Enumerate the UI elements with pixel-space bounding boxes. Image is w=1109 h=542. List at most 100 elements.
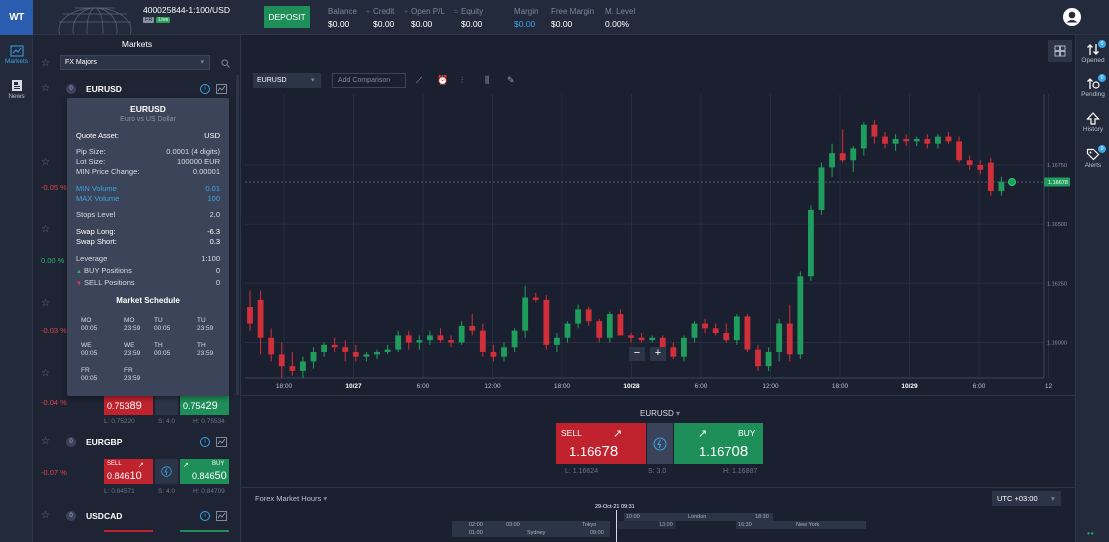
list-item[interactable]: ☆ 0 EURGBP i [33,433,241,453]
candle-body [892,138,899,144]
candles-icon[interactable]: ⫶ [461,75,463,86]
buy-quote-button[interactable]: ↗ BUY 0.84650 [180,459,229,484]
quote-toggle[interactable] [155,395,178,415]
schedule-cell: TU 00:05 [154,317,171,332]
stops-level-label: Stops Level [76,210,116,219]
layout-grid-icon[interactable] [1048,40,1072,62]
line-tool-icon[interactable]: ⟋ [416,75,422,86]
info-icon[interactable]: i [200,437,210,447]
zoom-out-button[interactable]: − [629,347,645,361]
x-tick-label: 18:00 [276,383,293,390]
current-price-dot [1008,178,1016,187]
rail-opened[interactable]: 0 Opened [1076,40,1109,64]
indicators-icon[interactable]: ⫼ [485,75,489,86]
star-icon[interactable]: ☆ [41,368,50,379]
app-logo[interactable]: WT [0,0,33,35]
drawing-tools-icon[interactable]: ✎ [507,75,515,86]
buy-price: 0.84650 [192,470,227,482]
chart-symbol-select[interactable]: EURUSD ▾ [253,73,321,88]
quote-asset-value: USD [204,131,220,140]
candle-body [945,136,952,142]
candle-body [712,328,719,334]
candle-body [786,323,793,355]
favorites-star-icon[interactable]: ☆ [41,58,50,69]
session-london: 10:00 London 18:30 [624,513,773,521]
lightning-icon [653,437,667,451]
market-hours-title[interactable]: Forex Market Hours ▾ [255,494,327,503]
arrow-up-right-icon: ↗ [613,428,623,440]
zoom-in-button[interactable]: + [650,347,666,361]
buy-button[interactable]: ↗ BUY 1.16708 [674,423,763,464]
sell-price: 0.84610 [107,470,142,482]
candle-body [532,297,539,300]
lot-size-label: Lot Size: [76,157,106,166]
sell-button[interactable]: SELL ↗ 1.16678 [556,423,646,464]
chart-icon [10,45,23,57]
candle-body [987,162,994,192]
candle-body [765,351,772,367]
x-tick-label: 12:00 [484,383,501,390]
info-icon[interactable]: i [200,511,210,521]
trade-symbol[interactable]: EURUSD ▾ [640,409,680,418]
candle-body [352,351,359,357]
candle-body [882,136,888,144]
add-comparison-input[interactable]: Add Comparison [332,73,406,88]
deposit-button[interactable]: DEPOSIT [264,6,310,28]
sell-quote-button[interactable]: 0.75389 [104,395,153,415]
candle-body [702,323,708,329]
info-icon[interactable]: i [200,84,210,94]
trend-icon[interactable] [216,511,227,521]
right-rail: 0 Opened 0 Pending History 0 Alerts •• [1075,35,1109,542]
timezone-select[interactable]: UTC +03:00 ▾ [992,491,1061,506]
candle-body [860,124,867,149]
alerts-count-badge: 0 [1098,145,1106,153]
star-icon[interactable]: ☆ [41,436,50,447]
trend-icon[interactable] [216,84,227,94]
trend-icon[interactable] [216,437,227,447]
symbol-name: EURUSD [86,84,122,94]
market-group-select[interactable]: FX Majors ▾ [60,55,210,70]
star-icon[interactable]: ☆ [41,157,50,168]
rail-history[interactable]: History [1076,112,1109,133]
buy-quote-button[interactable]: 0.75429 [180,395,229,415]
candle-body [321,344,327,352]
rail-pending[interactable]: 0 Pending [1076,74,1109,98]
candle-body [268,337,275,355]
stat-value: 0.00% [605,19,630,29]
rail-news[interactable]: News [0,79,33,100]
high-value: H: 0.84709 [193,488,225,495]
rail-alerts[interactable]: 0 Alerts [1076,145,1109,169]
min-volume-value: 0.01 [205,184,220,193]
quote-toggle[interactable] [155,459,178,484]
star-icon[interactable]: ☆ [41,298,50,309]
globe-graphic [58,7,132,34]
timezone-value: UTC +03:00 [997,494,1038,503]
scrollbar[interactable] [236,75,239,395]
candle-body [342,347,349,352]
star-icon[interactable]: ☆ [41,83,50,94]
star-icon[interactable]: ☆ [41,510,50,521]
candle-body [924,138,931,144]
max-volume-value: 100 [207,194,220,203]
sell-quote-button[interactable]: SELL ↗ 0.84610 [104,459,153,484]
schedule-title: Market Schedule [116,296,180,305]
candle-body [300,361,306,371]
pip-size-label: Pip Size: [76,147,106,156]
stat-label: Balance [328,7,357,16]
rail-markets[interactable]: Markets [0,45,33,65]
user-icon[interactable] [1062,7,1082,27]
arrow-up-right-icon: ↗ [138,462,144,469]
sell-quote-strip [104,530,153,532]
search-icon[interactable] [221,59,230,68]
one-click-toggle[interactable] [647,423,673,464]
account-selector[interactable]: 400025844-1:100/USD FR Live [143,5,260,29]
list-item[interactable]: ☆ 0 USDCAD i [33,507,241,527]
star-icon[interactable]: ☆ [41,224,50,235]
stat-free-margin: Free Margin $0.00 [551,7,594,29]
tooltip-description: Euro vs US Dollar [120,116,176,123]
alarm-icon[interactable]: ⏰ [437,75,448,86]
candle-body [437,335,444,341]
symbol-name: USDCAD [86,511,123,521]
schedule-cell: TH 00:05 [154,342,171,357]
min-price-change-value: 0.00001 [192,167,220,176]
